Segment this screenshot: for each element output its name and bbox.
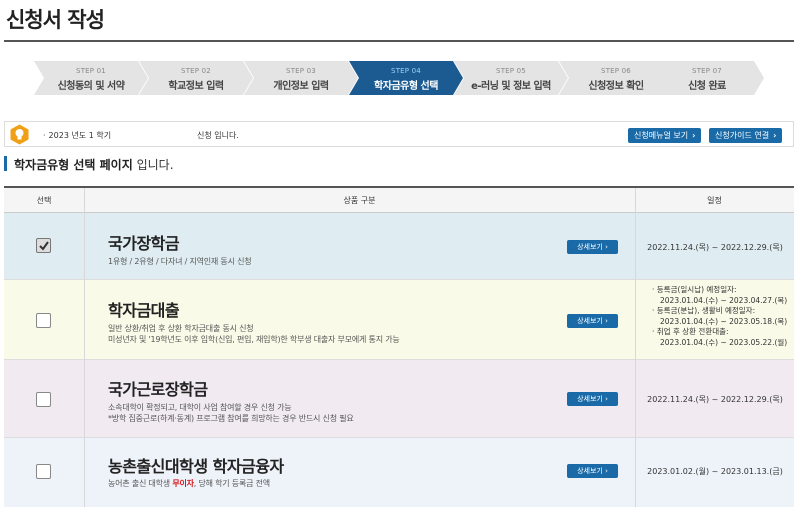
section-title: 학자금유형 선택 페이지 입니다.: [14, 156, 174, 173]
view-manual-button[interactable]: 신청메뉴얼 보기 ›: [628, 128, 702, 143]
table-row: 학자금대출 일반 상환/취업 후 상환 학자금대출 동시 신청 미성년자 및 '…: [4, 280, 794, 360]
product-table: 선택 상품 구분 일정 국가장학금 1유형 / 2유형 / 다자녀 / 지역인재…: [4, 186, 794, 507]
schedule-list: · 등록금(일시납) 예정일자: 2023.01.04.(수) ~ 2023.0…: [652, 285, 794, 348]
product-name: 농촌출신대학생 학자금융자: [108, 457, 284, 476]
product-desc: 미성년자 및 '19학년도 이후 입학(신입, 편입, 재입학)한 학부생 대출…: [108, 335, 400, 344]
table-header: 선택 상품 구분 일정: [4, 188, 794, 213]
column-divider: [84, 188, 85, 507]
view-manual-label: 신청메뉴얼 보기: [634, 131, 689, 140]
student-loan-checkbox[interactable]: [36, 313, 51, 328]
step-label: 학교정보 입력: [168, 81, 224, 92]
product-desc: 농어촌 출신 대학생 무이자, 당해 학기 등록금 전액: [108, 478, 270, 489]
step-03: STEP 03 개인정보 입력: [244, 61, 358, 95]
section-title-bold: 학자금유형 선택 페이지: [14, 158, 133, 172]
step-02: STEP 02 학교정보 입력: [139, 61, 253, 95]
step-05: STEP 05 e-러닝 및 정보 입력: [454, 61, 568, 95]
application-status: 신청 입니다.: [197, 131, 239, 140]
semester-label: · 2023 년도 1 학기: [43, 131, 112, 140]
schedule-date: 2023.01.04.(수) ~ 2023.05.18.(목): [660, 316, 788, 326]
schedule-title: · 등록금(분납), 생활비 예정일자:: [652, 306, 756, 315]
product-name: 국가장학금: [108, 234, 180, 253]
step-04: STEP 04 학자금유형 선택: [349, 61, 463, 95]
product-name: 국가근로장학금: [108, 380, 208, 399]
schedule-date: 2023.01.02.(월) ~ 2023.01.13.(금): [647, 467, 783, 476]
guide-link-button[interactable]: 신청가이드 연결 ›: [709, 128, 783, 143]
interest-free-highlight: 무이자: [172, 479, 194, 488]
national-scholarship-checkbox[interactable]: [36, 238, 51, 253]
step-label: 개인정보 입력: [273, 81, 329, 92]
step-07: STEP 07 신청 완료: [650, 61, 764, 95]
header-product: 상품 구분: [343, 196, 376, 205]
detail-label: 상세보기: [577, 243, 603, 251]
application-info-bar: · 2023 년도 1 학기 신청 입니다. 신청메뉴얼 보기 › 신청가이드 연결…: [4, 121, 794, 147]
schedule-title: · 취업 후 상환 전환대출:: [652, 327, 729, 336]
schedule-title: · 등록금(일시납) 예정일자:: [652, 285, 737, 294]
guide-link-label: 신청가이드 연결: [715, 131, 770, 140]
column-divider: [635, 188, 636, 507]
lightbulb-icon: [9, 124, 30, 145]
detail-label: 상세보기: [577, 395, 603, 403]
step-number: STEP 05: [496, 67, 526, 75]
product-desc-part: 농어촌 출신 대학생: [108, 479, 173, 488]
schedule-date: 2023.01.04.(수) ~ 2023.04.27.(목): [660, 295, 788, 305]
detail-button[interactable]: 상세보기 ›: [567, 240, 618, 254]
step-number: STEP 07: [692, 67, 722, 75]
step-label: e-러닝 및 정보 입력: [471, 81, 551, 92]
step-label: 신청동의 및 서약: [57, 81, 125, 92]
section-marker: [4, 156, 7, 171]
section-title-rest: 입니다.: [132, 158, 174, 172]
product-desc: 1유형 / 2유형 / 다자녀 / 지역인재 동시 신청: [108, 257, 252, 266]
step-01: STEP 01 신청동의 및 서약: [34, 61, 148, 95]
detail-label: 상세보기: [577, 467, 603, 475]
detail-button[interactable]: 상세보기 ›: [567, 314, 618, 328]
detail-button[interactable]: 상세보기 ›: [567, 392, 618, 406]
rural-loan-checkbox[interactable]: [36, 464, 51, 479]
page-title: 신청서 작성: [6, 8, 105, 32]
product-desc-part: , 당해 학기 등록금 전액: [193, 479, 270, 488]
product-desc: *방학 집중근로(하계·동계) 프로그램 참여를 희망하는 경우 반드시 신청 …: [108, 414, 354, 423]
chevron-right-icon: ›: [773, 131, 777, 140]
semester-text: 2023 년도 1 학기: [48, 131, 112, 140]
step-progress: STEP 01 신청동의 및 서약 STEP 02 학교정보 입력 STEP 0…: [34, 61, 764, 95]
step-number: STEP 01: [76, 67, 106, 75]
work-scholarship-checkbox[interactable]: [36, 392, 51, 407]
header-schedule: 일정: [707, 196, 722, 205]
step-label: 학자금유형 선택: [374, 81, 438, 92]
chevron-right-icon: ›: [692, 131, 696, 140]
product-name: 학자금대출: [108, 301, 180, 320]
schedule-date: 2022.11.24.(목) ~ 2022.12.29.(목): [647, 243, 783, 252]
table-row: 국가장학금 1유형 / 2유형 / 다자녀 / 지역인재 동시 신청 상세보기 …: [4, 213, 794, 280]
schedule-date: 2023.01.04.(수) ~ 2023.05.22.(월): [660, 337, 788, 347]
schedule-date: 2022.11.24.(목) ~ 2022.12.29.(목): [647, 395, 783, 404]
product-desc: 일반 상환/취업 후 상환 학자금대출 동시 신청: [108, 324, 254, 333]
table-row: 농촌출신대학생 학자금융자 농어촌 출신 대학생 무이자, 당해 학기 등록금 …: [4, 438, 794, 507]
header-select: 선택: [36, 196, 52, 205]
title-divider: [4, 40, 794, 42]
product-desc: 소속대학이 확정되고, 대학이 사업 참여할 경우 신청 가능: [108, 403, 292, 412]
step-number: STEP 02: [181, 67, 211, 75]
table-row: 국가근로장학금 소속대학이 확정되고, 대학이 사업 참여할 경우 신청 가능 …: [4, 360, 794, 438]
step-label: 신청 완료: [688, 81, 726, 92]
step-number: STEP 03: [286, 67, 316, 75]
detail-label: 상세보기: [577, 317, 603, 325]
detail-button[interactable]: 상세보기 ›: [567, 464, 618, 478]
step-number: STEP 04: [391, 67, 421, 75]
